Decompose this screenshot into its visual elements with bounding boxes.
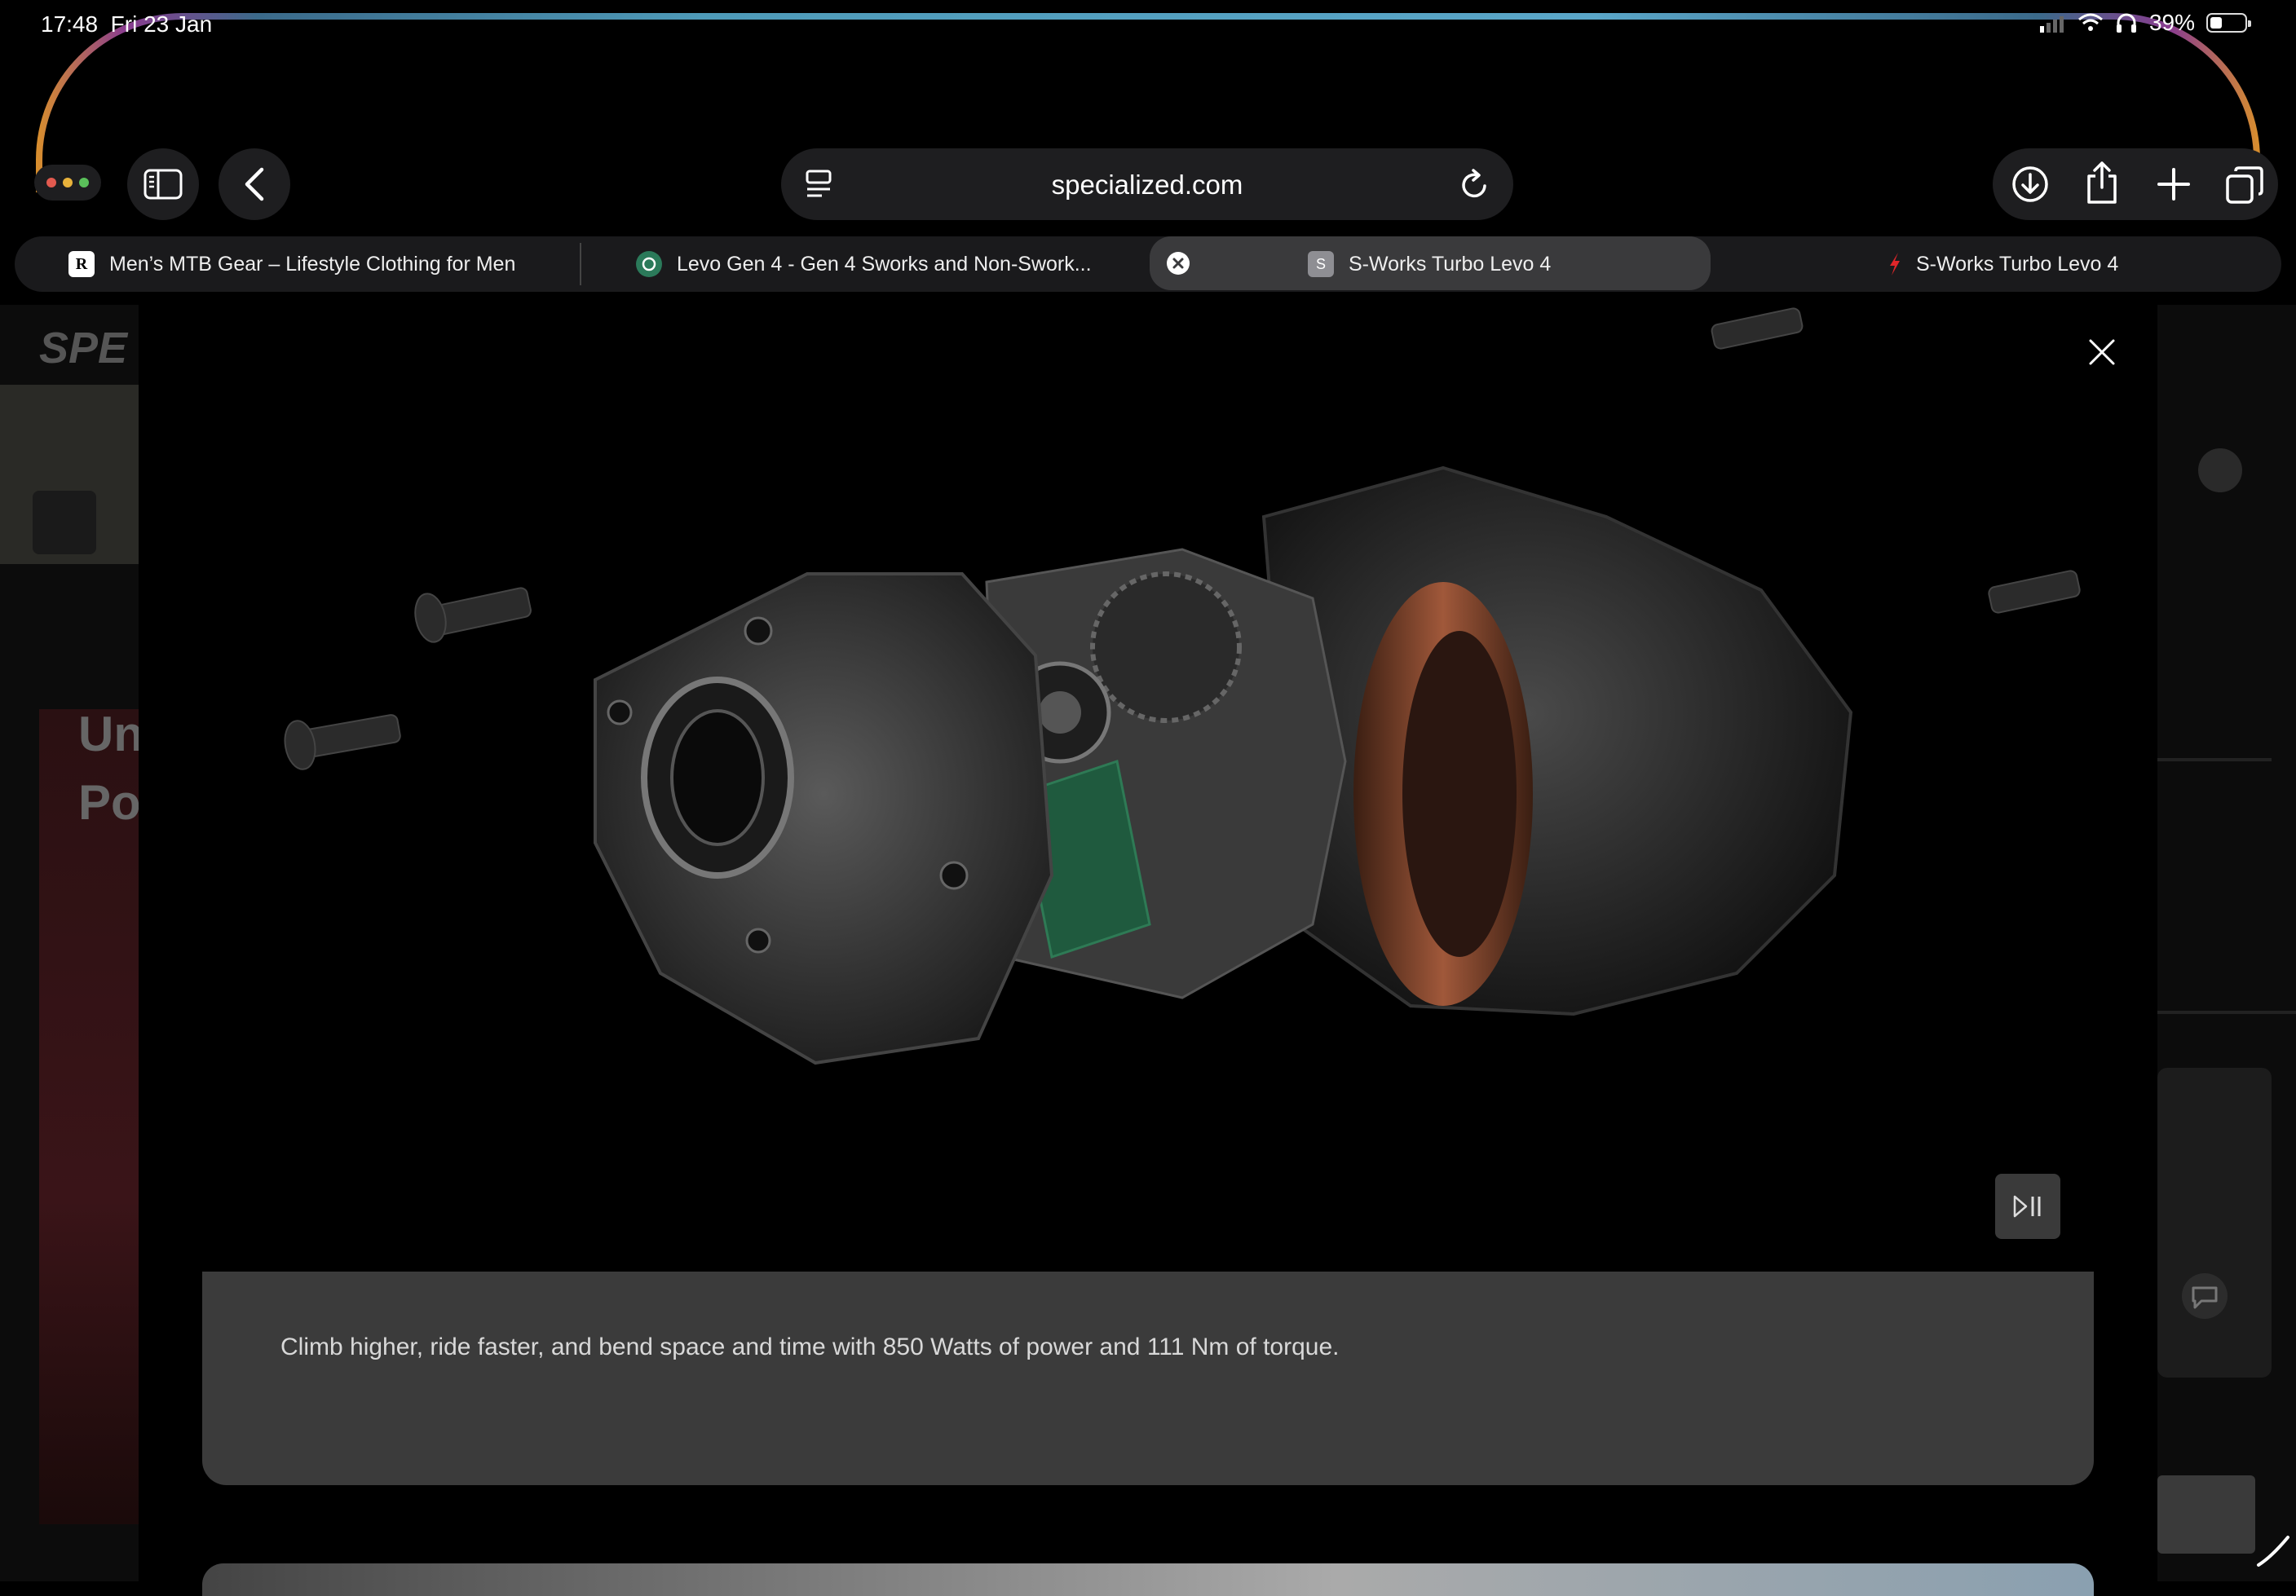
- window-dot-green: [79, 178, 89, 187]
- chat-bubble-button: [2198, 448, 2242, 492]
- sidebar-icon: [144, 169, 183, 200]
- back-chevron-icon: [245, 167, 264, 201]
- sidebar-button[interactable]: [127, 148, 199, 220]
- window-dot-yellow: [63, 178, 73, 187]
- battery-icon: [2206, 13, 2251, 33]
- background-logo: SPE: [39, 324, 128, 373]
- background-page-right: [2157, 305, 2296, 1581]
- status-time: 17:48 Fri 23 Jan: [41, 11, 213, 37]
- pencil-scribble-icon: [2257, 1536, 2289, 1567]
- favicon-icon: S: [1308, 251, 1334, 277]
- favicon-icon: R: [68, 251, 95, 277]
- background-heading-2: Po: [78, 775, 141, 830]
- plus-icon[interactable]: [2156, 166, 2192, 202]
- motor-video[interactable]: [139, 305, 2157, 1272]
- tab-mtb-gear[interactable]: R Men’s MTB Gear – Lifestyle Clothing fo…: [68, 236, 515, 292]
- tab-sworks-levo-active-content[interactable]: S S-Works Turbo Levo 4: [1308, 236, 1551, 292]
- caption-text: Climb higher, ride faster, and bend spac…: [280, 1334, 1340, 1360]
- battery-percent: 39%: [2148, 10, 2195, 35]
- background-divider: [2157, 1011, 2296, 1014]
- status-indicators: 39%: [2038, 10, 2251, 36]
- back-button[interactable]: [219, 148, 290, 220]
- tabs-icon[interactable]: [2224, 165, 2265, 205]
- background-hero: [39, 709, 139, 1524]
- background-button: [2157, 1475, 2255, 1554]
- next-media-card[interactable]: [202, 1563, 2094, 1596]
- favicon-icon: [636, 251, 662, 277]
- tab-divider: [580, 243, 581, 285]
- background-divider: [2157, 758, 2272, 761]
- download-icon[interactable]: [2011, 165, 2050, 204]
- address-bar[interactable]: specialized.com: [781, 148, 1513, 220]
- chat-icon[interactable]: [2180, 1272, 2229, 1320]
- close-tab-icon[interactable]: [1166, 251, 1190, 276]
- url-text[interactable]: specialized.com: [781, 170, 1513, 201]
- tab-levo-gen4[interactable]: Levo Gen 4 - Gen 4 Sworks and Non-Swork.…: [636, 236, 1092, 292]
- window-dots-button[interactable]: [34, 165, 101, 201]
- background-heading-1: Un: [78, 707, 144, 761]
- motor-illustration: [284, 307, 2081, 1065]
- specialized-s-icon: [1890, 253, 1900, 276]
- reload-icon[interactable]: [1458, 166, 1490, 202]
- background-card: [2157, 1068, 2272, 1378]
- background-page-left: SPE Un Po: [0, 305, 144, 1581]
- toolbar-actions: [1993, 148, 2278, 220]
- share-icon[interactable]: [2084, 160, 2120, 205]
- close-modal-icon[interactable]: [2086, 336, 2118, 368]
- signal-icon: [2039, 16, 2064, 33]
- tab-label: S-Works Turbo Levo 4: [1349, 252, 1552, 276]
- window-dot-red: [46, 178, 56, 187]
- play-pause-icon: [2013, 1195, 2041, 1218]
- tab-label: S-Works Turbo Levo 4: [1916, 252, 2119, 276]
- headphones-icon: [2116, 13, 2136, 33]
- tab-label: Men’s MTB Gear – Lifestyle Clothing for …: [109, 252, 516, 276]
- play-pause-button[interactable]: [1995, 1174, 2060, 1239]
- caption-panel: Climb higher, ride faster, and bend spac…: [202, 1272, 2094, 1485]
- tab-label: Levo Gen 4 - Gen 4 Sworks and Non-Swork.…: [677, 252, 1092, 276]
- wifi-icon: [2077, 13, 2103, 31]
- tab-sworks-levo-2[interactable]: S-Works Turbo Levo 4: [1887, 236, 2118, 292]
- background-play-button: [33, 491, 96, 554]
